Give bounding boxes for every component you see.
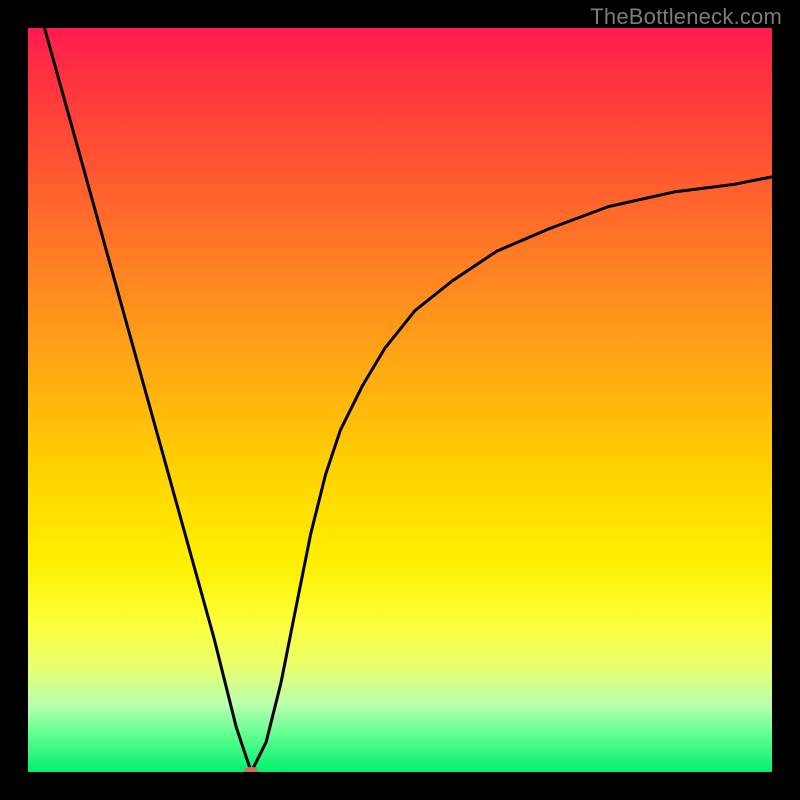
frame-border-left [0,0,28,800]
bottleneck-curve [28,28,772,772]
frame-border-bottom [0,772,800,800]
frame-border-right [772,0,800,800]
watermark-text: TheBottleneck.com [590,4,782,30]
chart-frame [0,0,800,800]
